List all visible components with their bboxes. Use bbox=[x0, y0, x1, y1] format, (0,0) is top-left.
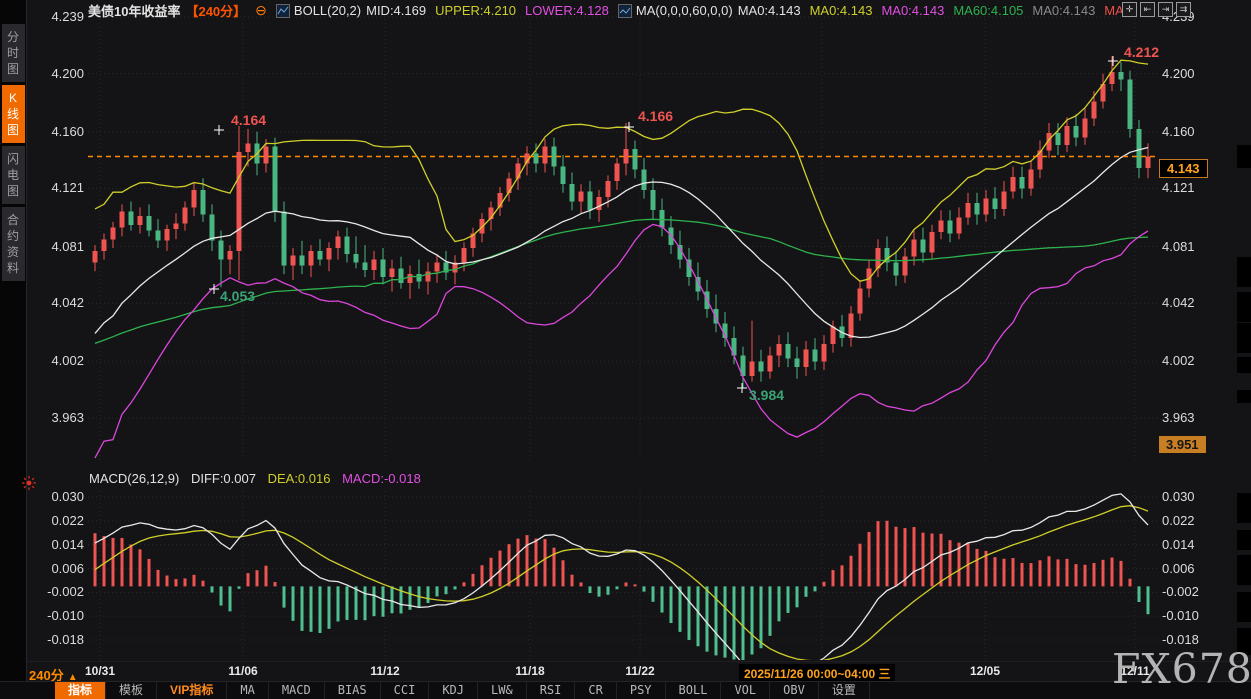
toolbar-item-VIP指标[interactable]: VIP指标 bbox=[157, 682, 227, 699]
toolbar-item-RSI[interactable]: RSI bbox=[527, 682, 576, 699]
toolbar-item-BIAS[interactable]: BIAS bbox=[325, 682, 381, 699]
shift-right-icon[interactable]: ⇉ bbox=[1176, 2, 1191, 17]
toolbar-item-LW&[interactable]: LW& bbox=[478, 682, 527, 699]
ma-group-label: MA(0,0,0,60,0,0) bbox=[636, 3, 733, 18]
period-badge: 【240分】 bbox=[185, 1, 246, 20]
ma0-gray-value: MA0:4.143 bbox=[1032, 3, 1095, 18]
toolbar-item-MA[interactable]: MA bbox=[227, 682, 268, 699]
price-annotation: 4.166 bbox=[638, 108, 673, 124]
toolbar-item-MACD[interactable]: MACD bbox=[269, 682, 325, 699]
toolbar-item-模板[interactable]: 模板 bbox=[106, 682, 157, 699]
macd-dea-value: DEA:0.016 bbox=[268, 471, 331, 486]
macd-header: MACD(26,12,9) DIFF:0.007 DEA:0.016 MACD:… bbox=[89, 471, 429, 486]
toolbar-item-OBV[interactable]: OBV bbox=[770, 682, 819, 699]
indicator-toolbar: 指标模板VIP指标MAMACDBIASCCIKDJLW&RSICRPSYBOLL… bbox=[0, 681, 1251, 699]
xaxis-divider bbox=[27, 661, 1251, 662]
ma0-yellow-value: MA0:4.143 bbox=[810, 3, 873, 18]
boll-label: BOLL(20,2) bbox=[294, 3, 361, 18]
compress-left-icon[interactable]: ⇤ bbox=[1140, 2, 1155, 17]
watermark: FX678 bbox=[1112, 645, 1251, 693]
crosshair-tool-icon[interactable]: ✛ bbox=[1122, 2, 1137, 17]
price-annotation: 4.164 bbox=[231, 112, 266, 128]
collapse-icon[interactable]: ⊖ bbox=[255, 3, 267, 17]
toolbar-item-BOLL[interactable]: BOLL bbox=[666, 682, 722, 699]
toolbar-item-设置[interactable]: 设置 bbox=[819, 682, 870, 699]
sidebar-tab-K线图[interactable]: K 线 图 bbox=[2, 85, 25, 143]
session-low-label: 3.951 bbox=[1159, 436, 1206, 453]
window-tool-icons: ✛⇤⇥⇉ bbox=[1122, 2, 1191, 17]
macd-diff-value: DIFF:0.007 bbox=[191, 471, 256, 486]
ma-indicator-icon[interactable] bbox=[618, 4, 632, 18]
sidebar-tab-合约资料[interactable]: 合 约 资 料 bbox=[2, 207, 25, 281]
price-annotation: 4.053 bbox=[220, 288, 255, 304]
boll-lower-value: LOWER:4.128 bbox=[525, 3, 609, 18]
ma60-green-value: MA60:4.105 bbox=[953, 3, 1023, 18]
alarm-icon[interactable] bbox=[21, 475, 37, 496]
boll-indicator-icon[interactable] bbox=[276, 4, 290, 18]
price-annotation: 3.984 bbox=[749, 387, 784, 403]
current-price-label: 4.143 bbox=[1159, 159, 1208, 178]
toolbar-item-VOL[interactable]: VOL bbox=[721, 682, 770, 699]
sidebar-tab-分时图[interactable]: 分 时 图 bbox=[2, 24, 25, 82]
ma0-white-value: MA0:4.143 bbox=[738, 3, 801, 18]
compress-right-icon[interactable]: ⇥ bbox=[1158, 2, 1173, 17]
chart-header: 美债10年收益率 【240分】 ⊖ BOLL(20,2) MID:4.169 U… bbox=[88, 1, 1124, 19]
price-annotation: 4.212 bbox=[1124, 44, 1159, 60]
symbol-title: 美债10年收益率 bbox=[88, 1, 180, 20]
toolbar-item-CCI[interactable]: CCI bbox=[381, 682, 430, 699]
toolbar-item-PSY[interactable]: PSY bbox=[617, 682, 666, 699]
toolbar-item-CR[interactable]: CR bbox=[575, 682, 616, 699]
macd-title: MACD(26,12,9) bbox=[89, 471, 179, 486]
toolbar-item-指标[interactable]: 指标 bbox=[55, 682, 106, 699]
sidebar-tab-闪电图[interactable]: 闪 电 图 bbox=[2, 146, 25, 204]
ma0-magenta-value: MA0:4.143 bbox=[881, 3, 944, 18]
chart-window: 4.164 4.053 4.166 3.984 4.212 美债10年收益率 【240分… bbox=[0, 0, 1251, 699]
toolbar-item-KDJ[interactable]: KDJ bbox=[429, 682, 478, 699]
sidebar-tabs: 分 时 图 K 线 图闪 电 图合 约 资 料 bbox=[0, 0, 27, 699]
boll-mid-value: MID:4.169 bbox=[366, 3, 426, 18]
macd-macd-value: MACD:-0.018 bbox=[342, 471, 421, 486]
boll-upper-value: UPPER:4.210 bbox=[435, 3, 516, 18]
candlestick-chart[interactable]: 4.164 4.053 4.166 3.984 4.212 bbox=[0, 0, 1251, 699]
ma-red-label: MA bbox=[1104, 3, 1124, 18]
